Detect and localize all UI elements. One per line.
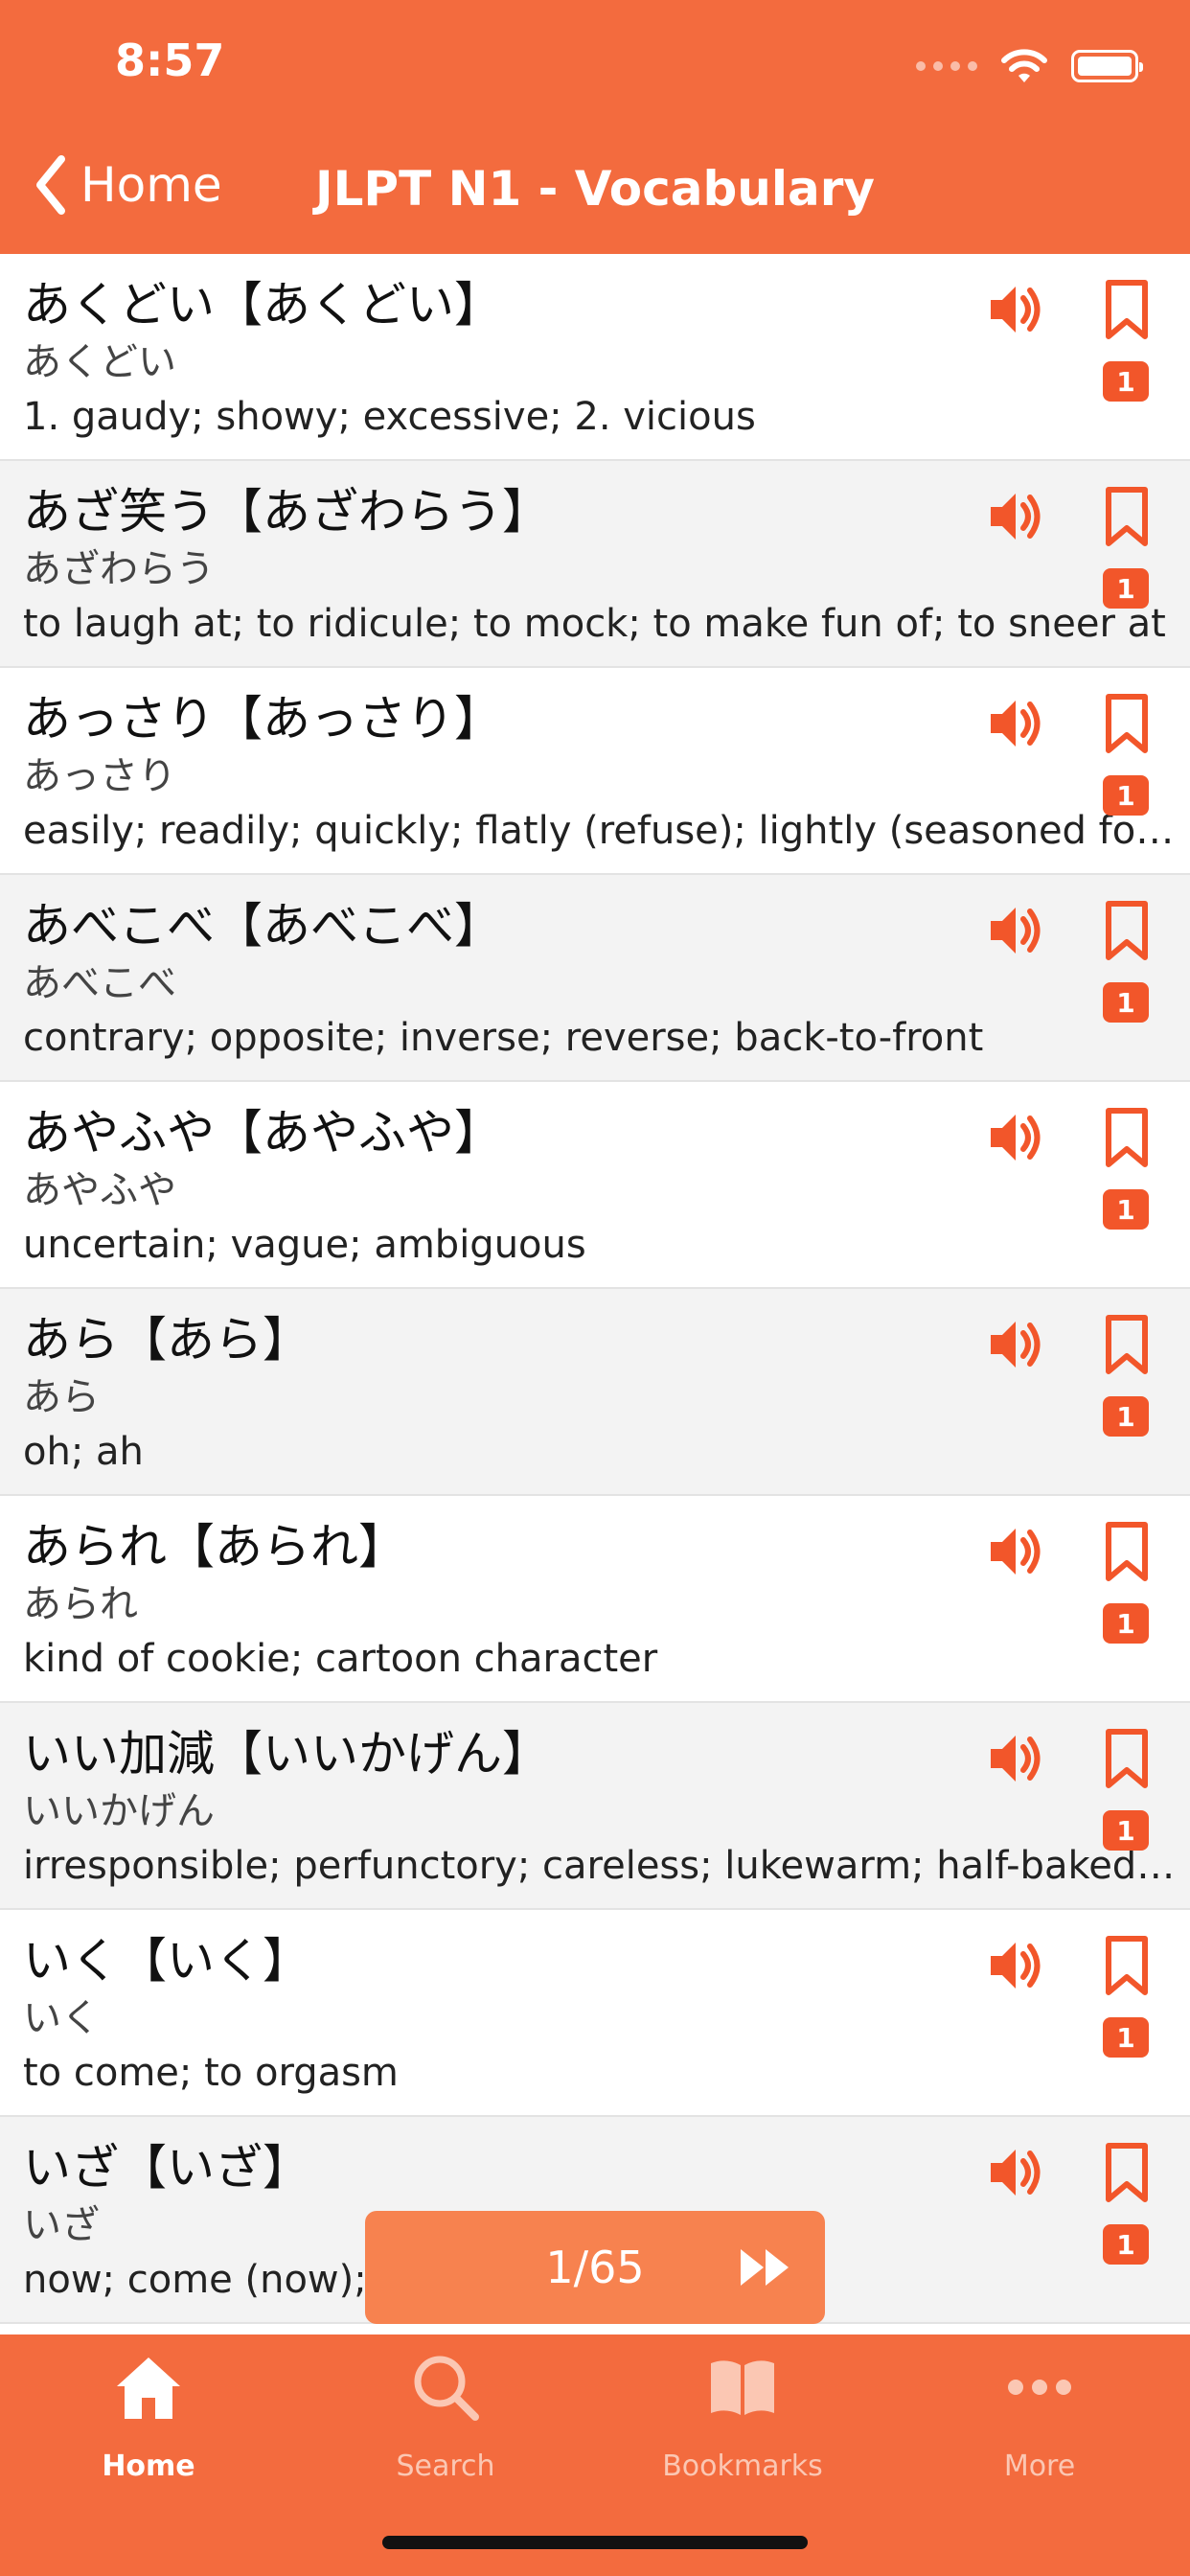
speaker-icon[interactable]: [985, 1314, 1046, 1375]
list-item[interactable]: あべこべ【あべこべ】 あべこべ contrary; opposite; invers…: [0, 875, 1190, 1082]
home-icon: [117, 2358, 180, 2419]
speaker-icon[interactable]: [985, 279, 1046, 340]
speaker-icon[interactable]: [985, 693, 1046, 754]
tab-search[interactable]: Search: [297, 2334, 594, 2526]
level-badge: 1: [1103, 982, 1149, 1023]
tab-more[interactable]: More: [891, 2334, 1188, 2526]
speaker-icon[interactable]: [985, 2142, 1046, 2203]
speaker-icon[interactable]: [985, 900, 1046, 961]
status-icons: [916, 48, 1143, 84]
list-item[interactable]: いく【いく】 いく to come; to orgasm 1: [0, 1910, 1190, 2117]
app-screen: 8:57 Home JLPT N1 - Vocabulary あくどい【あくどい…: [0, 0, 1190, 2576]
page-title: JLPT N1 - Vocabulary: [314, 161, 876, 217]
more-icon: [1008, 2380, 1071, 2395]
word-reading: あやふや: [23, 1168, 176, 1212]
level-badge: 1: [1103, 568, 1149, 609]
bookmark-icon[interactable]: [1104, 1314, 1150, 1375]
word-definition: 1. gaudy; showy; excessive; 2. vicious: [23, 395, 756, 439]
word-definition: to laugh at; to ridicule; to mock; to ma…: [23, 602, 1166, 646]
word-reading: あっさり: [23, 754, 176, 798]
status-time: 8:57: [115, 34, 225, 86]
word-reading: あら: [23, 1375, 100, 1419]
bookmark-icon[interactable]: [1104, 693, 1150, 754]
bookmark-icon[interactable]: [1104, 1935, 1150, 1996]
word-reading: あくどい: [23, 340, 176, 384]
speaker-icon[interactable]: [985, 1521, 1046, 1582]
level-badge: 1: [1103, 775, 1149, 816]
bookmark-icon[interactable]: [1104, 2142, 1150, 2203]
word-reading: あべこべ: [23, 961, 176, 1005]
word-definition: irresponsible; perfunctory; careless; lu…: [23, 1844, 1178, 1888]
word-definition: easily; readily; quickly; flatly (refuse…: [23, 809, 1178, 853]
bookmark-icon[interactable]: [1104, 486, 1150, 547]
level-badge: 1: [1103, 1396, 1149, 1437]
speaker-icon[interactable]: [985, 1728, 1046, 1789]
list-item[interactable]: あられ【あられ】 あられ kind of cookie; cartoon chara…: [0, 1496, 1190, 1703]
list-item[interactable]: あやふや【あやふや】 あやふや uncertain; vague; ambiguou…: [0, 1082, 1190, 1289]
bookmark-icon[interactable]: [1104, 1728, 1150, 1789]
list-item[interactable]: あくどい【あくどい】 あくどい 1. gaudy; showy; excessive…: [0, 254, 1190, 461]
bookmark-icon[interactable]: [1104, 279, 1150, 340]
level-badge: 1: [1103, 1603, 1149, 1644]
tab-label: More: [1003, 2450, 1076, 2483]
word-reading: いいかげん: [23, 1789, 215, 1833]
list-item[interactable]: いい加減【いいかげん】 いいかげん irresponsible; perfuncto…: [0, 1703, 1190, 1910]
level-badge: 1: [1103, 2017, 1149, 2058]
level-badge: 1: [1103, 1810, 1149, 1851]
bookmark-icon[interactable]: [1104, 900, 1150, 961]
vocabulary-list: あくどい【あくどい】 あくどい 1. gaudy; showy; excessive…: [0, 254, 1190, 2324]
level-badge: 1: [1103, 361, 1149, 402]
pager[interactable]: 1/65: [365, 2211, 825, 2324]
level-badge: 1: [1103, 2224, 1149, 2265]
home-indicator: [382, 2536, 808, 2549]
search-icon: [414, 2356, 479, 2421]
list-item[interactable]: あら【あら】 あら oh; ah 1: [0, 1289, 1190, 1496]
signal-icon: [916, 61, 977, 71]
header: 8:57 Home JLPT N1 - Vocabulary: [0, 0, 1190, 254]
word-definition: contrary; opposite; inverse; reverse; ba…: [23, 1016, 984, 1060]
tab-home[interactable]: Home: [0, 2334, 297, 2526]
tab-bookmarks[interactable]: Bookmarks: [594, 2334, 891, 2526]
list-item[interactable]: あざ笑う【あざわらう】 あざわらう to laugh at; to ridicule…: [0, 461, 1190, 668]
word-definition: to come; to orgasm: [23, 2051, 399, 2095]
list-item[interactable]: あっさり【あっさり】 あっさり easily; readily; quickly; …: [0, 668, 1190, 875]
speaker-icon[interactable]: [985, 1107, 1046, 1168]
tab-label: Search: [396, 2450, 495, 2483]
bookmark-icon[interactable]: [1104, 1521, 1150, 1582]
word-reading: あられ: [23, 1582, 138, 1626]
level-badge: 1: [1103, 1189, 1149, 1230]
word-definition: uncertain; vague; ambiguous: [23, 1223, 586, 1267]
word-reading: あざわらう: [23, 547, 215, 591]
word-definition: oh; ah: [23, 1430, 144, 1474]
book-icon: [711, 2360, 774, 2415]
tab-label: Bookmarks: [662, 2450, 823, 2483]
speaker-icon[interactable]: [985, 1935, 1046, 1996]
word-reading: いく: [23, 1996, 100, 2040]
battery-icon: [1071, 50, 1143, 82]
fast-forward-icon[interactable]: [739, 2247, 792, 2288]
word-definition: kind of cookie; cartoon character: [23, 1637, 658, 1681]
bookmark-icon[interactable]: [1104, 1107, 1150, 1168]
tab-label: Home: [102, 2450, 195, 2483]
speaker-icon[interactable]: [985, 486, 1046, 547]
wifi-icon: [1001, 49, 1047, 82]
